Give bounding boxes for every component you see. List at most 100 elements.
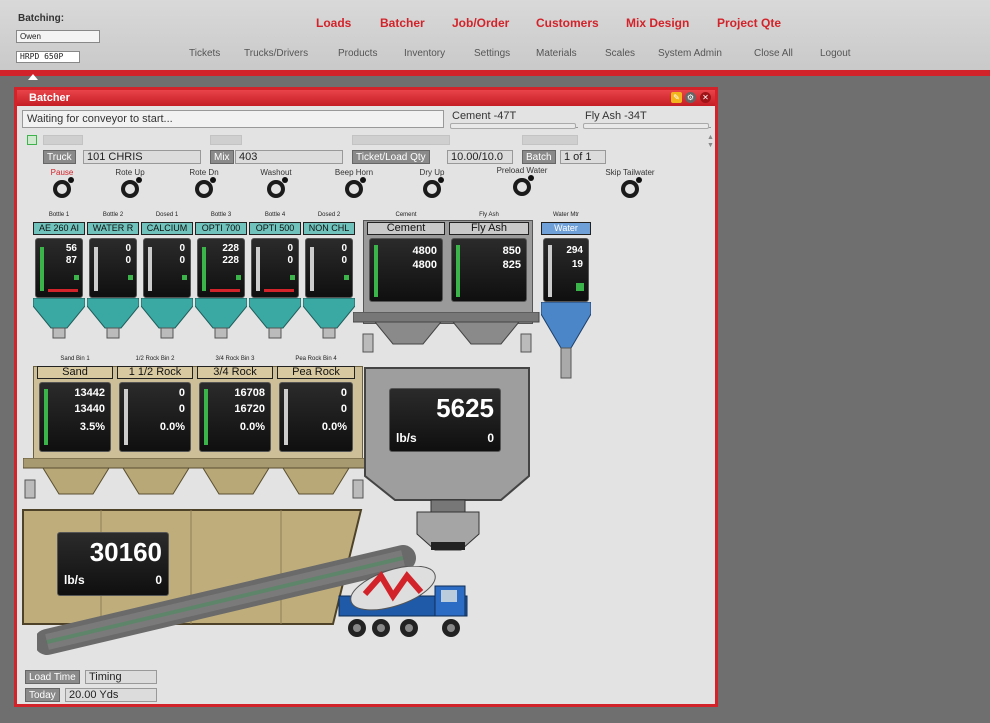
preload-water-control[interactable]: Preload Water bbox=[487, 166, 557, 199]
status-led-icon bbox=[182, 275, 187, 280]
actual-weight: 228 bbox=[222, 243, 239, 254]
settings-icon[interactable]: ⚙ bbox=[685, 92, 696, 103]
nav-project-qte[interactable]: Project Qte bbox=[717, 16, 781, 30]
target-weight: 16720 bbox=[234, 403, 265, 415]
flyash-bin[interactable]: Fly Ash Fly Ash 850 825 bbox=[449, 212, 529, 304]
status-led-icon bbox=[344, 275, 349, 280]
admix-bin-caption: Bottle 3 bbox=[210, 212, 232, 218]
plant-id-field[interactable]: HRPD 650P bbox=[16, 51, 80, 63]
nav-customers[interactable]: Customers bbox=[536, 16, 599, 30]
aggregate-bin-display: 13442 13440 3.5% bbox=[39, 382, 111, 452]
aggregate-bin[interactable]: Sand Bin 1 Sand 13442 13440 3.5% bbox=[37, 356, 113, 456]
target-weight: 87 bbox=[65, 255, 77, 266]
load-time-label: Load Time bbox=[25, 670, 80, 684]
load-time-field[interactable]: Timing bbox=[85, 670, 157, 684]
nav-mix-design[interactable]: Mix Design bbox=[626, 16, 689, 30]
admix-bin-name: OPTI 700 bbox=[195, 222, 247, 235]
close-icon[interactable]: ✕ bbox=[700, 92, 711, 103]
beep-horn-label: Beep Horn bbox=[334, 168, 374, 177]
nav-logout[interactable]: Logout bbox=[820, 48, 851, 59]
target-weight: 228 bbox=[222, 255, 239, 266]
admix-bin[interactable]: Dosed 2 NON CHL 0 0 bbox=[303, 212, 355, 342]
admix-bin-display: 0 0 bbox=[251, 238, 299, 298]
batch-field[interactable]: 1 of 1 bbox=[560, 150, 606, 164]
water-meter[interactable]: Water Mtr Water 294 19 bbox=[541, 212, 591, 384]
nav-loads[interactable]: Loads bbox=[316, 16, 351, 30]
target-weight: 0 bbox=[341, 255, 347, 266]
admix-bin[interactable]: Bottle 1 AE 260 AI 56 87 bbox=[33, 212, 85, 342]
pause-control[interactable]: Pause bbox=[27, 168, 97, 201]
aggregate-bin[interactable]: 1/2 Rock Bin 2 1 1/2 Rock 0 0 0.0% bbox=[117, 356, 193, 456]
aggregate-bin-caption: 1/2 Rock Bin 2 bbox=[135, 356, 175, 362]
nav-inventory[interactable]: Inventory bbox=[404, 48, 445, 59]
cement-bin-caption: Cement bbox=[395, 212, 417, 218]
dry-up-knob-icon[interactable] bbox=[423, 177, 444, 198]
skip-tailwater-control[interactable]: Skip Tailwater bbox=[595, 168, 665, 201]
fill-gauge bbox=[148, 247, 152, 291]
actual-weight: 13442 bbox=[74, 387, 105, 399]
nav-close-all[interactable]: Close All bbox=[754, 48, 793, 59]
aggregate-hoppers-icon bbox=[23, 458, 368, 499]
nav-system-admin[interactable]: System Admin bbox=[658, 48, 722, 59]
truck-field[interactable]: 101 CHRIS bbox=[83, 150, 201, 164]
aggregate-bin-caption: Pea Rock Bin 4 bbox=[295, 356, 337, 362]
fill-gauge bbox=[374, 245, 378, 297]
rote-up-control[interactable]: Rote Up bbox=[95, 168, 165, 201]
water-meter-name: Water bbox=[541, 222, 591, 235]
nav-tickets[interactable]: Tickets bbox=[189, 48, 220, 59]
admix-bin[interactable]: Dosed 1 CALCIUM 0 0 bbox=[141, 212, 193, 342]
flyash-bin-caption: Fly Ash bbox=[479, 212, 499, 218]
pause-knob-icon[interactable] bbox=[53, 177, 74, 198]
fill-gauge bbox=[40, 247, 44, 291]
mixer-truck-icon[interactable] bbox=[335, 566, 477, 648]
admix-bin[interactable]: Bottle 2 WATER R 0 0 bbox=[87, 212, 139, 342]
inventory-cement-bar bbox=[450, 123, 576, 129]
aggregate-bin-caption: Sand Bin 1 bbox=[60, 356, 90, 362]
nav-batcher[interactable]: Batcher bbox=[380, 16, 425, 30]
rote-up-knob-icon[interactable] bbox=[121, 177, 142, 198]
water-meter-display: 294 19 bbox=[543, 238, 589, 302]
washout-control[interactable]: Washout bbox=[241, 168, 311, 201]
skip-tailwater-knob-icon[interactable] bbox=[621, 177, 642, 198]
nav-scales[interactable]: Scales bbox=[605, 48, 635, 59]
batching-select[interactable]: Owen bbox=[16, 30, 100, 43]
rote-dn-control[interactable]: Rote Dn bbox=[169, 168, 239, 201]
expand-checkbox[interactable] bbox=[27, 135, 37, 145]
mix-field[interactable]: 403 bbox=[235, 150, 343, 164]
ticket-load-qty-field[interactable]: 10.00/10.0 bbox=[447, 150, 513, 164]
nav-job-order[interactable]: Job/Order bbox=[452, 16, 509, 30]
actual-weight: 4800 bbox=[412, 245, 437, 257]
nav-settings[interactable]: Settings bbox=[474, 48, 510, 59]
aggregate-bin[interactable]: 3/4 Rock Bin 3 3/4 Rock 16708 16720 0.0% bbox=[197, 356, 273, 456]
dry-up-control[interactable]: Dry Up bbox=[397, 168, 467, 201]
water-meter-caption: Water Mtr bbox=[552, 212, 580, 218]
beep-horn-control[interactable]: Beep Horn bbox=[319, 168, 389, 201]
cement-scale-rate: 0 bbox=[487, 431, 494, 445]
aggregate-bin[interactable]: Pea Rock Bin 4 Pea Rock 0 0 0.0% bbox=[277, 356, 355, 456]
beep-horn-knob-icon[interactable] bbox=[345, 177, 366, 198]
fill-gauge bbox=[284, 389, 288, 445]
fill-gauge bbox=[456, 245, 460, 297]
collapse-arrow-icon[interactable] bbox=[28, 74, 38, 80]
today-field[interactable]: 20.00 Yds bbox=[65, 688, 157, 702]
nav-materials[interactable]: Materials bbox=[536, 48, 577, 59]
edit-icon[interactable]: ✎ bbox=[671, 92, 682, 103]
preload-water-knob-icon[interactable] bbox=[513, 175, 534, 196]
actual-weight: 294 bbox=[566, 245, 583, 256]
admix-bin[interactable]: Bottle 4 OPTI 500 0 0 bbox=[249, 212, 301, 342]
washout-label: Washout bbox=[260, 168, 292, 177]
scroll-arrows-icon[interactable]: ▲ ▼ bbox=[707, 134, 714, 150]
water-tank-icon bbox=[541, 302, 591, 379]
batch-label: Batch bbox=[522, 150, 556, 164]
aggregate-bin-name: Pea Rock bbox=[277, 366, 355, 379]
pause-label: Pause bbox=[50, 168, 74, 177]
fill-gauge bbox=[124, 389, 128, 445]
rote-dn-knob-icon[interactable] bbox=[195, 177, 216, 198]
nav-products[interactable]: Products bbox=[338, 48, 377, 59]
cement-bin[interactable]: Cement Cement 4800 4800 bbox=[367, 212, 445, 304]
washout-knob-icon[interactable] bbox=[267, 177, 288, 198]
fill-gauge bbox=[94, 247, 98, 291]
admix-bin[interactable]: Bottle 3 OPTI 700 228 228 bbox=[195, 212, 247, 342]
flyash-bin-name: Fly Ash bbox=[449, 222, 529, 235]
nav-trucks-drivers[interactable]: Trucks/Drivers bbox=[244, 48, 308, 59]
